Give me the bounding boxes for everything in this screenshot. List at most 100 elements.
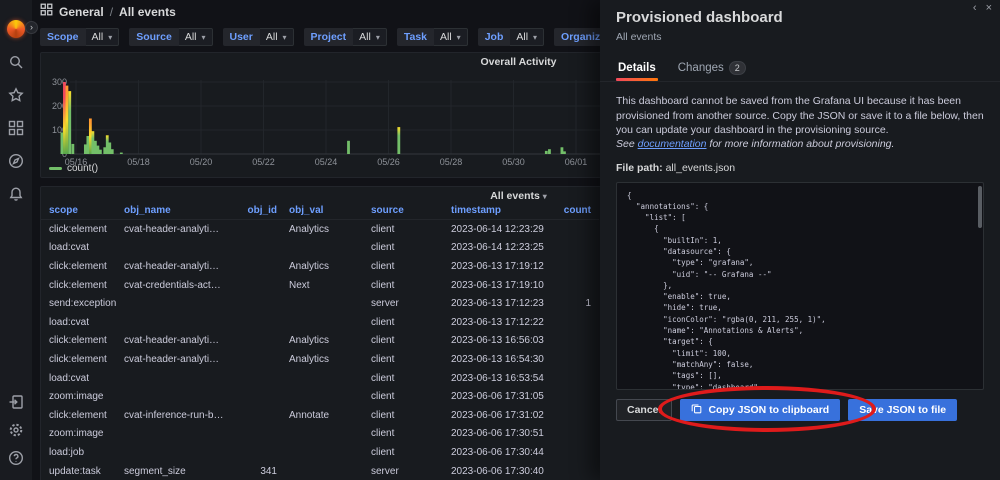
filter-value-dropdown[interactable]: All▾ xyxy=(179,28,213,46)
search-icon[interactable] xyxy=(4,50,28,74)
cancel-button-label: Cancel xyxy=(627,404,661,416)
drawer-subtitle: All events xyxy=(616,31,984,43)
cancel-button[interactable]: Cancel xyxy=(616,399,672,421)
table-row: load:cvatclient2023-06-13 16:53:54 xyxy=(41,369,599,388)
table-cell: click:element xyxy=(49,354,124,365)
table-cell: 2023-06-06 17:31:05 xyxy=(447,391,559,402)
table-cell: click:element xyxy=(49,280,124,291)
column-header-obj_id[interactable]: obj_id xyxy=(229,205,277,216)
drawer-footer: Cancel Copy JSON to clipboard Save JSON … xyxy=(616,399,984,421)
table-cell: client xyxy=(367,242,447,253)
table-cell: 2023-06-13 17:12:22 xyxy=(447,317,559,328)
filter-value-dropdown[interactable]: All▾ xyxy=(353,28,387,46)
chevron-down-icon: ▾ xyxy=(376,33,380,42)
table-row: click:elementcvat-header-analyti…Analyti… xyxy=(41,332,599,351)
column-header-obj_val[interactable]: obj_val xyxy=(277,205,367,216)
table-row: click:elementcvat-inference-run-b…Annota… xyxy=(41,406,599,425)
table-cell: cvat-header-analyti… xyxy=(124,224,229,235)
sidebar-expand-button[interactable]: › xyxy=(25,21,38,34)
alerting-bell-icon[interactable] xyxy=(4,182,28,206)
explore-compass-icon[interactable] xyxy=(4,149,28,173)
table-cell: 2023-06-13 17:19:10 xyxy=(447,280,559,291)
table-row: update:tasksegment_size341server2023-06-… xyxy=(41,462,599,480)
filter-source[interactable]: SourceAll▾ xyxy=(129,28,212,46)
events-table: scopeobj_nameobj_idobj_valsourcetimestam… xyxy=(41,202,599,480)
filter-user[interactable]: UserAll▾ xyxy=(223,28,294,46)
filter-value-dropdown[interactable]: All ▾ xyxy=(86,28,120,46)
chevron-down-icon: ▾ xyxy=(533,33,537,42)
drawer-close-icon[interactable]: × xyxy=(986,2,992,14)
filter-scope[interactable]: Scope All ▾ xyxy=(40,28,119,46)
table-cell: cvat-header-analyti… xyxy=(124,335,229,346)
table-cell: load:cvat xyxy=(49,317,124,328)
table-header-row[interactable]: scopeobj_nameobj_idobj_valsourcetimestam… xyxy=(41,202,599,220)
table-cell: client xyxy=(367,447,447,458)
column-header-obj_name[interactable]: obj_name xyxy=(124,205,229,216)
table-cell: 2023-06-06 17:31:02 xyxy=(447,410,559,421)
changes-count-badge: 2 xyxy=(729,61,746,75)
table-row: zoom:imageclient2023-06-06 17:31:05 xyxy=(41,387,599,406)
table-cell: zoom:image xyxy=(49,391,124,402)
table-cell: Next xyxy=(277,280,367,291)
table-cell: 2023-06-13 17:19:12 xyxy=(447,261,559,272)
drawer-controls: ‹ × xyxy=(973,2,992,14)
table-cell: 2023-06-13 16:56:03 xyxy=(447,335,559,346)
save-json-button-label: Save JSON to file xyxy=(859,404,946,416)
starred-icon[interactable] xyxy=(4,83,28,107)
drawer-back-icon[interactable]: ‹ xyxy=(973,2,977,14)
table-cell: 2023-06-06 17:30:44 xyxy=(447,447,559,458)
filter-label: Source xyxy=(129,28,179,46)
table-cell: Annotate xyxy=(277,410,367,421)
table-cell: cvat-credentials-act… xyxy=(124,280,229,291)
filter-project[interactable]: ProjectAll▾ xyxy=(304,28,387,46)
filter-label: Job xyxy=(478,28,511,46)
save-json-button[interactable]: Save JSON to file xyxy=(848,399,957,421)
file-path-line: File path: all_events.json xyxy=(616,162,984,174)
file-path-value: all_events.json xyxy=(666,162,735,174)
filter-job[interactable]: Job All ▾ xyxy=(478,28,544,46)
breadcrumb-page[interactable]: All events xyxy=(119,5,176,19)
sign-in-icon[interactable] xyxy=(4,390,28,414)
column-header-scope[interactable]: scope xyxy=(49,205,124,216)
svg-text:06/01: 06/01 xyxy=(565,157,588,167)
filter-value-dropdown[interactable]: All▾ xyxy=(434,28,468,46)
column-header-timestamp[interactable]: timestamp xyxy=(447,205,559,216)
table-row: click:elementcvat-header-analyti…Analyti… xyxy=(41,220,599,239)
configuration-gear-icon[interactable] xyxy=(4,418,28,442)
chevron-down-icon: ▾ xyxy=(108,33,112,42)
tab-details-label: Details xyxy=(618,62,656,74)
dashboards-icon[interactable] xyxy=(4,116,28,140)
file-path-label: File path: xyxy=(616,162,663,174)
table-cell: client xyxy=(367,317,447,328)
tab-changes[interactable]: Changes 2 xyxy=(676,57,748,81)
filter-value-dropdown[interactable]: All ▾ xyxy=(510,28,544,46)
table-row: click:elementcvat-credentials-act…Nextcl… xyxy=(41,276,599,295)
table-row: click:elementcvat-header-analyti…Analyti… xyxy=(41,257,599,276)
column-header-source[interactable]: source xyxy=(367,205,447,216)
grafana-logo-icon xyxy=(7,20,25,38)
tab-details[interactable]: Details xyxy=(616,57,658,81)
filter-value-dropdown[interactable]: All▾ xyxy=(260,28,294,46)
code-scrollbar[interactable] xyxy=(978,186,982,228)
table-cell: 341 xyxy=(229,466,277,477)
table-cell: click:element xyxy=(49,335,124,346)
copy-icon xyxy=(691,403,702,417)
dashboard-json-code[interactable]: { "annotations": { "list": [ { "builtIn"… xyxy=(616,182,984,390)
breadcrumb-section[interactable]: General xyxy=(59,5,104,19)
filter-task[interactable]: TaskAll▾ xyxy=(397,28,468,46)
filter-value: All xyxy=(92,31,104,43)
help-icon[interactable] xyxy=(4,446,28,470)
column-header-count[interactable]: count xyxy=(559,205,599,216)
table-cell: cvat-header-analyti… xyxy=(124,261,229,272)
table-cell: client xyxy=(367,335,447,346)
filter-value: All xyxy=(516,31,528,43)
copy-json-button[interactable]: Copy JSON to clipboard xyxy=(680,399,840,421)
documentation-link[interactable]: documentation xyxy=(638,138,707,150)
see-suffix: for more information about provisioning. xyxy=(707,138,895,150)
sidebar xyxy=(0,0,32,480)
table-cell: 2023-06-06 17:30:51 xyxy=(447,428,559,439)
chart-legend[interactable]: count() xyxy=(49,163,98,174)
filter-label: Project xyxy=(304,28,354,46)
filter-label: Scope xyxy=(40,28,86,46)
filter-value: All xyxy=(185,31,197,43)
